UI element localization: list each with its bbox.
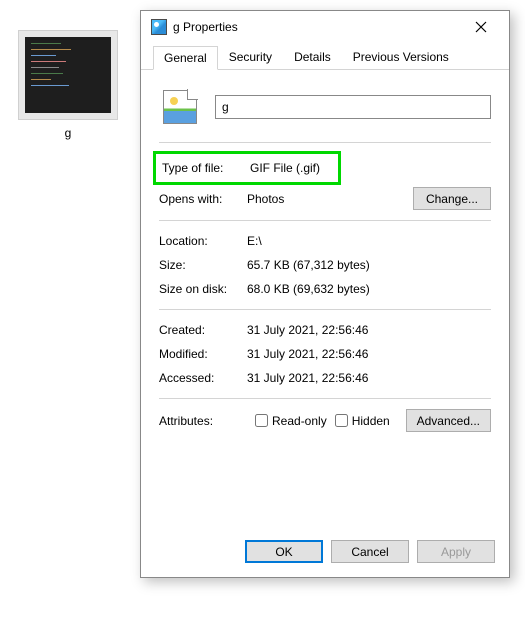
file-thumbnail xyxy=(18,30,118,120)
window-title: g Properties xyxy=(173,20,461,34)
hidden-checkbox[interactable] xyxy=(335,414,348,427)
image-file-icon xyxy=(163,90,197,124)
value-modified: 31 July 2021, 22:56:46 xyxy=(247,347,491,361)
divider xyxy=(159,220,491,221)
thumbnail-image xyxy=(25,37,111,113)
value-location: E:\ xyxy=(247,234,491,248)
properties-dialog: g Properties General Security Details Pr… xyxy=(140,10,510,578)
hidden-checkbox-wrap[interactable]: Hidden xyxy=(335,414,390,428)
divider xyxy=(159,398,491,399)
cancel-button[interactable]: Cancel xyxy=(331,540,409,563)
ok-button[interactable]: OK xyxy=(245,540,323,563)
label-opens-with: Opens with: xyxy=(159,192,247,206)
divider xyxy=(159,142,491,143)
file-type-icon xyxy=(151,19,167,35)
value-created: 31 July 2021, 22:56:46 xyxy=(247,323,491,337)
apply-button[interactable]: Apply xyxy=(417,540,495,563)
value-size: 65.7 KB (67,312 bytes) xyxy=(247,258,491,272)
desktop-file[interactable]: g xyxy=(8,30,128,140)
close-icon xyxy=(475,21,487,33)
tab-security[interactable]: Security xyxy=(218,45,283,69)
divider xyxy=(159,309,491,310)
readonly-checkbox[interactable] xyxy=(255,414,268,427)
tab-content-general: Type of file: GIF File (.gif) Opens with… xyxy=(141,70,509,530)
readonly-checkbox-wrap[interactable]: Read-only xyxy=(255,414,327,428)
change-button[interactable]: Change... xyxy=(413,187,491,210)
label-created: Created: xyxy=(159,323,247,337)
dialog-buttons: OK Cancel Apply xyxy=(141,530,509,577)
hidden-label: Hidden xyxy=(352,414,390,428)
label-type-of-file: Type of file: xyxy=(162,161,250,175)
highlight-annotation: Type of file: GIF File (.gif) xyxy=(153,151,341,185)
label-size-on-disk: Size on disk: xyxy=(159,282,247,296)
value-accessed: 31 July 2021, 22:56:46 xyxy=(247,371,491,385)
label-accessed: Accessed: xyxy=(159,371,247,385)
label-modified: Modified: xyxy=(159,347,247,361)
readonly-label: Read-only xyxy=(272,414,327,428)
tab-general[interactable]: General xyxy=(153,46,218,70)
tab-strip: General Security Details Previous Versio… xyxy=(141,45,509,70)
label-attributes: Attributes: xyxy=(159,414,247,428)
close-button[interactable] xyxy=(461,13,501,41)
value-opens-with: Photos xyxy=(247,192,413,206)
value-size-on-disk: 68.0 KB (69,632 bytes) xyxy=(247,282,491,296)
tab-details[interactable]: Details xyxy=(283,45,342,69)
label-size: Size: xyxy=(159,258,247,272)
filename-input[interactable] xyxy=(215,95,491,119)
label-location: Location: xyxy=(159,234,247,248)
value-type-of-file: GIF File (.gif) xyxy=(250,161,338,175)
file-label: g xyxy=(8,126,128,140)
advanced-button[interactable]: Advanced... xyxy=(406,409,491,432)
titlebar[interactable]: g Properties xyxy=(141,11,509,43)
tab-previous-versions[interactable]: Previous Versions xyxy=(342,45,460,69)
